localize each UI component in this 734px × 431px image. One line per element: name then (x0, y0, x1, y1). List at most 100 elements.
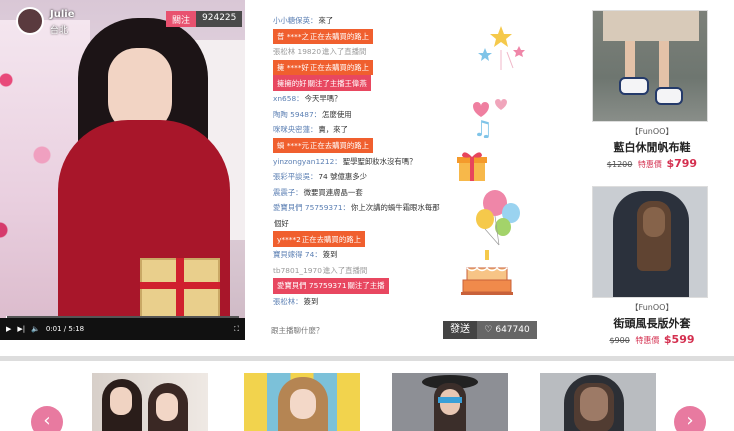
fullscreen-icon[interactable]: ⛶ (234, 325, 239, 334)
chat-username[interactable]: xn658： (273, 93, 304, 104)
live-video-player[interactable]: Julie 台北 關注 924225 ▶ ▶| 🔈 0:01 / 5:18 ⛶ (0, 0, 245, 340)
chat-username[interactable]: 擁 ****好 (277, 62, 309, 73)
host-avatar[interactable] (16, 7, 44, 35)
birthday-cake-icon (461, 250, 513, 295)
stream-thumbnail[interactable] (540, 373, 656, 431)
product-sale-label: 特惠價 (637, 160, 662, 169)
chat-text: 正在去購買的路上 (309, 31, 370, 41)
chat-text: 你上次講的蝸牛霜眼水每那 (350, 203, 440, 213)
like-button[interactable]: ♡ 647740 (477, 321, 537, 339)
chat-message: 陶陶 59487： 怎麼使用 (273, 107, 352, 123)
carousel-prev-button[interactable]: ‹ (31, 406, 63, 431)
follow-button[interactable]: 關注 (166, 11, 197, 27)
chat-message: 個好 (273, 216, 289, 232)
chat-text: 怎麼使用 (322, 109, 352, 119)
chat-message: y****2 正在去購買的路上 (273, 231, 365, 247)
chat-username[interactable]: 蝸 ****元 (277, 140, 309, 151)
chat-username[interactable]: tb7801_1970 (273, 266, 322, 275)
chat-message: 小小糖保英： 來了 (273, 13, 333, 29)
chat-username[interactable]: 張松林 19820 (273, 46, 321, 57)
stream-thumbnail[interactable] (392, 373, 508, 431)
follower-count: 924225 (196, 11, 243, 27)
chat-text: 微要買連膚晶一套 (303, 187, 363, 197)
product-name[interactable]: 街頭風長版外套 (592, 315, 712, 331)
next-icon[interactable]: ▶| (17, 325, 25, 333)
chat-message: 蝸 ****元 正在去購買的路上 (273, 137, 374, 154)
chat-message: 張松林： 簽到 (273, 294, 318, 310)
chat-message: xn658： 今天早嗎？ (273, 91, 342, 107)
host-location: 台北 (50, 26, 69, 36)
chat-text: 賣，來了 (318, 125, 348, 135)
chat-username[interactable]: 咪咪央密蓮： (273, 124, 317, 135)
stream-thumbnail[interactable] (244, 373, 360, 431)
product-old-price: $1200 (606, 160, 633, 169)
chat-message: 張松林 19820 進入了直播間 (273, 44, 366, 60)
chat-username[interactable]: 寶貝嫁得 74： (273, 249, 322, 260)
chat-panel: 小小糖保英： 來了普 ****之 正在去購買的路上 張松林 19820 進入了直播間… (265, 8, 537, 322)
send-button[interactable]: 發送 (443, 321, 477, 339)
chat-text: 聖學聖卸妝水沒有嗎？ (342, 156, 417, 166)
product-image-shoes[interactable] (592, 10, 708, 122)
video-controls: ▶ ▶| 🔈 0:01 / 5:18 ⛶ (0, 318, 245, 340)
chat-username[interactable]: 小小糖保英： (273, 15, 317, 26)
chat-username[interactable]: 擁擁的好 (277, 78, 307, 89)
chat-username[interactable]: 震震子： (273, 187, 303, 198)
chat-message: tb7801_1970 進入了直播間 (273, 263, 367, 279)
product-name[interactable]: 藍白休閒帆布鞋 (592, 139, 712, 155)
chat-message: 寶貝嫁得 74： 簽到 (273, 247, 338, 263)
chat-username[interactable]: 張松林： (273, 296, 303, 307)
chat-message: 震震子： 微要買連膚晶一套 (273, 185, 363, 201)
chat-text: 來了 (318, 16, 334, 26)
product-sale-price: $799 (666, 157, 698, 170)
chat-username[interactable]: yinzongyan1212： (273, 156, 342, 167)
balloons-icon (476, 190, 520, 246)
chat-text: 74 號億惠多少 (318, 172, 368, 182)
carousel-next-button[interactable]: › (674, 406, 706, 431)
chat-text: 正在去購買的路上 (309, 63, 370, 73)
chat-text: 關注了主播 (347, 281, 385, 291)
chat-username[interactable]: 陶陶 59487： (273, 109, 321, 120)
section-divider (0, 356, 734, 361)
chat-username[interactable]: 愛寶貝們 75759371： (273, 202, 350, 213)
host-name: Julie (50, 9, 75, 20)
music-hearts-icon: ♫ (473, 99, 507, 138)
chat-text: 個好 (274, 219, 289, 229)
chat-message: 擁 ****好 正在去購買的路上 (273, 59, 374, 76)
gift-icon (457, 152, 487, 181)
chat-text: 進入了直播間 (322, 265, 368, 275)
chat-text: 關注了主播王偉燕 (307, 78, 367, 88)
chat-text: 正在去購買的路上 (301, 234, 361, 244)
chat-message: yinzongyan1212： 聖學聖卸妝水沒有嗎？ (273, 153, 417, 169)
chat-text: 簽到 (303, 296, 319, 306)
product-image-coat[interactable] (592, 186, 708, 298)
chat-message: 張彩平談吳： 74 號億惠多少 (273, 169, 367, 185)
stars-icon (478, 26, 525, 70)
chat-username[interactable]: 張彩平談吳： (273, 171, 317, 182)
follow-widget: 關注 924225 (166, 11, 243, 27)
chat-username[interactable]: y****2 (277, 235, 301, 244)
chat-footer: 發送 ♡ 647740 (265, 321, 537, 339)
chat-message: 愛寶貝們 75759371： 你上次講的蝸牛霜眼水每那 (273, 200, 440, 216)
product-shop: 【FunOO】 (630, 303, 674, 312)
chat-username[interactable]: 普 ****之 (277, 31, 309, 42)
svg-text:♫: ♫ (473, 117, 493, 138)
like-count: 647740 (495, 325, 530, 335)
product-price: $900 特惠價 $599 (592, 333, 712, 346)
chat-input[interactable] (265, 321, 443, 339)
product-card[interactable]: 【FunOO】 街頭風長版外套 $900 特惠價 $599 (592, 186, 712, 346)
heart-icon: ♡ (484, 325, 493, 335)
product-sale-price: $599 (663, 333, 695, 346)
chat-text: 正在去購買的路上 (309, 141, 370, 151)
chat-message: 擁擁的好 關注了主播王偉燕 (273, 75, 371, 91)
chat-text: 簽到 (322, 250, 338, 260)
product-old-price: $900 (609, 336, 630, 345)
chat-username[interactable]: 愛寶貝們 75759371 (277, 280, 347, 291)
play-icon[interactable]: ▶ (6, 325, 11, 333)
chat-list[interactable]: 小小糖保英： 來了普 ****之 正在去購買的路上 張松林 19820 進入了直播間… (273, 13, 473, 309)
product-card[interactable]: 【FunOO】 藍白休閒帆布鞋 $1200 特惠價 $799 (592, 10, 712, 170)
volume-icon[interactable]: 🔈 (31, 325, 40, 333)
product-shop: 【FunOO】 (630, 127, 674, 136)
stream-thumbnail[interactable] (92, 373, 208, 431)
chat-message: 愛寶貝們 75759371 關注了主播 (273, 278, 389, 294)
product-price: $1200 特惠價 $799 (592, 157, 712, 170)
